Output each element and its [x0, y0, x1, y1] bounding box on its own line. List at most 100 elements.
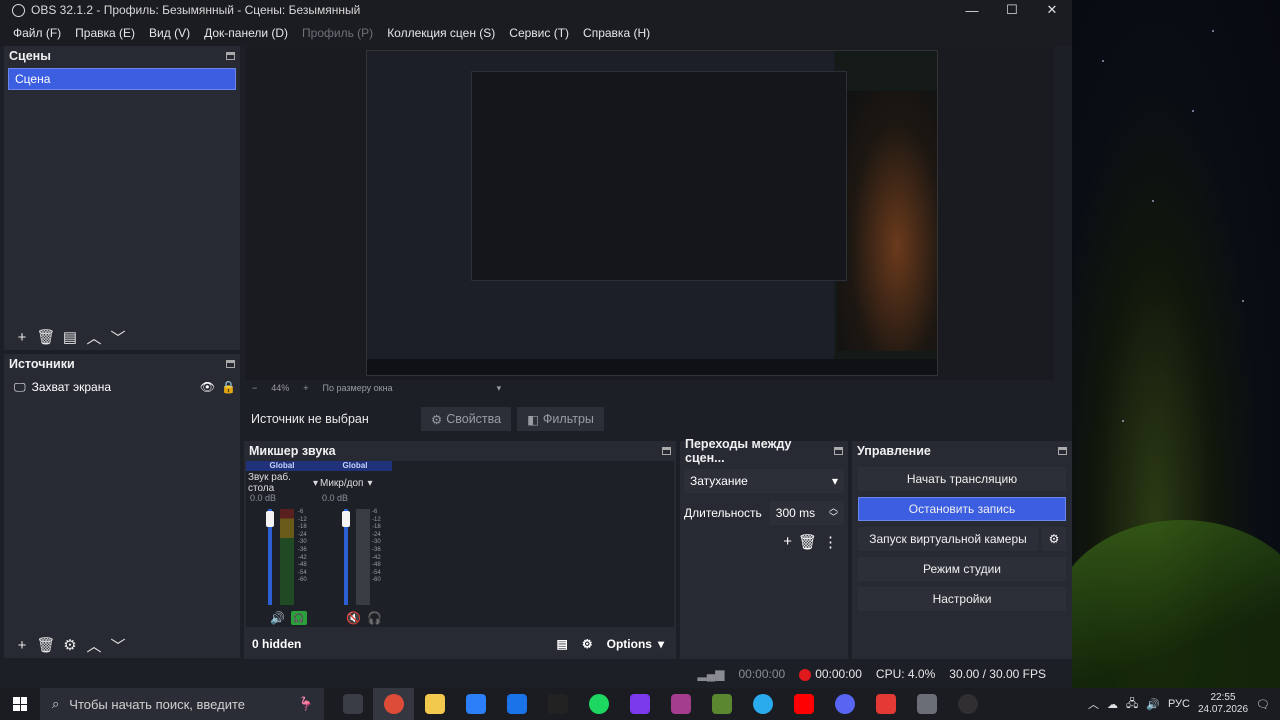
filter-icon[interactable]: ▤ — [60, 327, 80, 347]
mixer-channels: Global Звук раб. стола ▾ 0.0 dB -6 -12 -… — [246, 461, 674, 627]
spotify-icon — [588, 694, 609, 714]
minimize-button[interactable]: — — [952, 0, 992, 20]
mixer-settings-icon[interactable]: ⚙ — [582, 637, 593, 651]
menu-docks[interactable]: Док-панели (D) — [197, 26, 295, 40]
add-icon[interactable]: + — [12, 635, 32, 655]
undock-icon[interactable] — [226, 360, 235, 368]
muted-speaker-icon[interactable]: 🔇 — [346, 611, 361, 625]
stop-recording-button[interactable]: Остановить запись — [858, 497, 1066, 521]
chevron-up-icon[interactable]: ︿ — [84, 635, 104, 655]
volume-slider-handle[interactable] — [342, 511, 350, 527]
undock-icon[interactable] — [662, 447, 671, 455]
obsidian-taskbar-button[interactable] — [619, 688, 660, 720]
close-button[interactable]: ✕ — [1032, 0, 1072, 20]
scene-list-item[interactable]: Сцена — [8, 68, 236, 90]
channel-controls: 🔇 🎧 — [346, 611, 382, 625]
duration-spinbox[interactable]: 300 ms ︿ ﹀ — [769, 501, 844, 525]
start-virtual-camera-button[interactable]: Запуск виртуальной камеры — [858, 527, 1038, 551]
taskbar-search[interactable]: ⌕ Чтобы начать поиск, введите 🦩 — [40, 688, 324, 720]
more-options-icon[interactable]: ⋮ — [823, 533, 838, 551]
sources-header: Источники — [4, 354, 240, 374]
preview-area[interactable] — [246, 46, 1054, 380]
canvas-landscape — [837, 91, 937, 351]
chevron-down-icon[interactable]: ▾ — [658, 637, 664, 651]
spotify-taskbar-button[interactable] — [578, 688, 619, 720]
eye-icon[interactable]: 👁 — [200, 380, 215, 394]
volume-icon[interactable]: 🔊 — [1146, 698, 1160, 711]
youtube-taskbar-button[interactable] — [783, 688, 824, 720]
menu-view[interactable]: Вид (V) — [142, 26, 197, 40]
undock-icon[interactable] — [834, 447, 843, 455]
speaker-icon[interactable]: 🔊 — [270, 611, 285, 625]
tick: -6 — [298, 509, 304, 515]
chevron-down-icon[interactable]: ﹀ — [108, 327, 128, 347]
add-icon[interactable]: + — [783, 533, 792, 551]
filters-button[interactable]: ◧ Фильтры — [517, 407, 604, 431]
store-taskbar-button[interactable] — [455, 688, 496, 720]
mixer-channel: Global Звук раб. стола ▾ 0.0 dB -6 -12 -… — [246, 461, 318, 627]
menu-tools[interactable]: Сервис (T) — [502, 26, 576, 40]
headphones-off-icon[interactable]: 🎧 — [367, 611, 382, 625]
hex-editor-icon — [547, 694, 568, 714]
maximize-button[interactable]: ☐ — [992, 0, 1032, 20]
transition-select[interactable]: Затухание ▾ — [684, 469, 844, 493]
star — [1122, 420, 1124, 422]
language-indicator[interactable]: РУС — [1168, 698, 1190, 710]
winrar-taskbar-button[interactable] — [660, 688, 701, 720]
settings-taskbar-button[interactable] — [906, 688, 947, 720]
chevron-down-icon[interactable]: ﹀ — [108, 635, 128, 655]
zoom-in-button[interactable]: + — [303, 383, 308, 393]
channel-menu[interactable]: Микр/доп ▾ — [318, 475, 392, 491]
settings-button[interactable]: Настройки — [858, 587, 1066, 611]
start-streaming-button[interactable]: Начать трансляцию — [858, 467, 1066, 491]
options-button[interactable]: Options — [607, 637, 652, 651]
menu-file[interactable]: Файл (F) — [6, 26, 68, 40]
chevron-up-icon[interactable]: ︿ — [84, 327, 104, 347]
volume-slider-handle[interactable] — [266, 511, 274, 527]
tick: -30 — [372, 539, 381, 546]
lock-icon[interactable]: 🔒 — [221, 380, 236, 394]
cloud-icon[interactable]: ☁ — [1107, 698, 1118, 711]
discord-taskbar-button[interactable] — [824, 688, 865, 720]
telegram-taskbar-button[interactable] — [742, 688, 783, 720]
minecraft-taskbar-button[interactable] — [701, 688, 742, 720]
tick: -24 — [372, 531, 381, 538]
undock-icon[interactable] — [226, 52, 235, 60]
undock-icon[interactable] — [1058, 447, 1067, 455]
obs-taskbar-button[interactable] — [947, 688, 988, 720]
trash-icon[interactable]: 🗑 — [36, 327, 56, 347]
outlook-taskbar-button[interactable] — [496, 688, 537, 720]
file-explorer-taskbar-button[interactable] — [414, 688, 455, 720]
chevron-up-icon[interactable]: ︿ — [1088, 696, 1099, 712]
gear-icon[interactable]: ⚙ — [1042, 527, 1066, 551]
task-view-taskbar-button[interactable] — [332, 688, 373, 720]
network-icon[interactable]: 🖧 — [1126, 695, 1138, 714]
gear-icon[interactable]: ⚙ — [60, 635, 80, 655]
trash-icon[interactable]: 🗑 — [36, 635, 56, 655]
trash-icon[interactable]: 🗑 — [798, 533, 817, 551]
studio-mode-button[interactable]: Режим студии — [858, 557, 1066, 581]
chevron-down-icon[interactable]: ▾ — [497, 383, 502, 394]
menu-help[interactable]: Справка (H) — [576, 26, 657, 40]
source-list-item[interactable]: 🖵 Захват экрана 👁 🔒 — [8, 376, 236, 398]
headphones-icon[interactable]: 🎧 — [290, 611, 307, 625]
zoom-out-button[interactable]: − — [252, 383, 257, 393]
properties-button[interactable]: ⚙ Свойства — [421, 407, 512, 431]
clock[interactable]: 22:55 24.07.2026 — [1198, 692, 1248, 716]
notification-icon[interactable]: 🗨 — [1256, 698, 1270, 711]
obs-logo-icon — [12, 3, 25, 17]
channel-menu[interactable]: Звук раб. стола ▾ — [246, 472, 318, 494]
spin-arrows-icon[interactable]: ︿ ﹀ — [829, 504, 838, 522]
audio-mixer-dock: Микшер звука Global Звук раб. стола ▾ 0.… — [244, 441, 676, 659]
chrome-taskbar-button[interactable] — [373, 688, 414, 720]
start-button[interactable] — [0, 688, 40, 720]
layout-icon[interactable]: ▤ — [557, 637, 568, 651]
hex-editor-taskbar-button[interactable] — [537, 688, 578, 720]
tick: -18 — [298, 524, 307, 531]
file-explorer-icon — [424, 694, 445, 714]
fit-mode-select[interactable]: По размеру окна — [323, 383, 393, 393]
wps-taskbar-button[interactable] — [865, 688, 906, 720]
menu-scene-collection[interactable]: Коллекция сцен (S) — [380, 26, 502, 40]
add-icon[interactable]: + — [12, 327, 32, 347]
menu-edit[interactable]: Правка (E) — [68, 26, 142, 40]
